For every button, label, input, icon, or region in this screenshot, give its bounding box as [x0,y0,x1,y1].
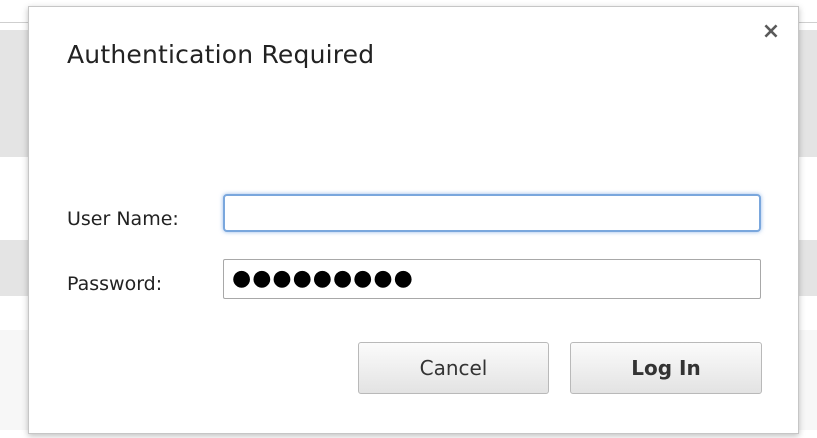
close-icon[interactable]: × [760,21,782,43]
username-input[interactable] [223,194,761,232]
username-label: User Name: [67,208,179,230]
cancel-button[interactable]: Cancel [358,342,549,394]
password-mask: ●●●●●●●●● [232,266,414,291]
dialog-title: Authentication Required [67,40,375,69]
password-label: Password: [67,273,163,295]
login-button[interactable]: Log In [570,342,762,394]
authentication-dialog: Authentication Required × User Name: Pas… [28,6,799,434]
password-input[interactable]: ●●●●●●●●● [223,259,761,299]
